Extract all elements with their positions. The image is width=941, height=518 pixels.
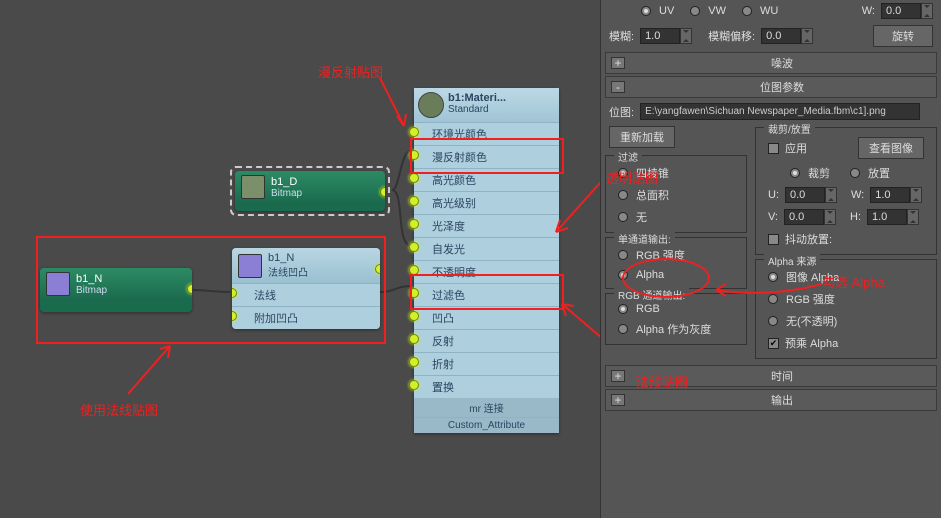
radio-vw[interactable]	[690, 6, 700, 16]
node-b1-n-bitmap[interactable]: b1_N Bitmap	[40, 268, 192, 312]
rollout-output[interactable]: +输出	[605, 389, 937, 411]
slot-diffuse[interactable]: 漫反射颜色	[414, 145, 559, 168]
slot-refraction[interactable]: 折射	[414, 352, 559, 375]
radio-rgb[interactable]	[618, 304, 628, 314]
alpha-source-group: Alpha 来源 图像 Alpha RGB 强度 无(不透明) 预乘 Alpha	[755, 259, 937, 359]
material-type: Standard	[448, 104, 506, 115]
radio-rgb-intensity[interactable]	[618, 250, 628, 260]
radio-alpha-gray[interactable]	[618, 324, 628, 334]
check-apply[interactable]	[768, 143, 779, 154]
crop-place-group: 裁剪/放置 应用 查看图像 裁剪 放置 U:0.0 W:1.0 V:0.0 H:…	[755, 127, 937, 255]
spinner-u[interactable]: 0.0	[785, 187, 825, 203]
radio-wu[interactable]	[742, 6, 752, 16]
spinner-crop-w[interactable]: 1.0	[870, 187, 910, 203]
material-custom-attr[interactable]: Custom_Attribute	[414, 417, 559, 433]
radio-crop[interactable]	[790, 168, 800, 178]
input-port[interactable]	[232, 288, 237, 298]
rotate-button[interactable]: 旋转	[873, 25, 933, 47]
slot-opacity[interactable]: 不透明度	[414, 260, 559, 283]
node-title: b1_N	[268, 252, 308, 264]
output-port[interactable]	[187, 284, 192, 294]
spinner-btn[interactable]	[921, 3, 933, 19]
slot-filter[interactable]: 过滤色	[414, 283, 559, 306]
material-thumbnail	[418, 92, 444, 118]
reload-button[interactable]: 重新加载	[609, 126, 675, 148]
spinner-v[interactable]: 0.0	[784, 209, 824, 225]
node-canvas[interactable]: b1_D Bitmap b1_N Bitmap b1_N 法线凹凸 法线	[0, 0, 600, 518]
mono-output-group: 单通道输出: RGB 强度 Alpha	[605, 237, 747, 289]
bitmap-path-input[interactable]	[640, 103, 920, 120]
spinner-w[interactable]: 0.0	[881, 3, 921, 19]
radio-none-opaque[interactable]	[768, 316, 778, 326]
slot-displacement[interactable]: 置换	[414, 375, 559, 398]
radio-place[interactable]	[850, 168, 860, 178]
material-title: b1:Materi...	[448, 92, 506, 104]
properties-panel: UV VW WU W: 0.0 模糊: 1.0 模糊偏移: 0.0 旋转 +噪波…	[600, 0, 941, 518]
node-normal-bump[interactable]: b1_N 法线凹凸 法线 附加凹凸	[232, 248, 380, 329]
output-port[interactable]	[380, 187, 385, 197]
spinner-blur[interactable]: 1.0	[640, 28, 680, 44]
output-port[interactable]	[375, 264, 380, 274]
annotation-use-normal: 使用法线贴图	[80, 400, 158, 419]
radio-pyramid[interactable]	[618, 168, 628, 178]
rgb-output-group: RGB 通道输出: RGB Alpha 作为灰度	[605, 293, 747, 345]
radio-sum-area[interactable]	[618, 190, 628, 200]
material-mr-connect[interactable]: mr 连接	[414, 398, 559, 417]
node-type: Bitmap	[76, 285, 107, 296]
check-jitter[interactable]	[768, 234, 779, 245]
radio-image-alpha[interactable]	[768, 272, 778, 282]
rollout-bitmap-params[interactable]: -位图参数	[605, 76, 937, 98]
slot-ambient[interactable]: 环境光颜色	[414, 122, 559, 145]
node-b1-d[interactable]: b1_D Bitmap	[235, 171, 385, 211]
node-thumbnail	[241, 175, 265, 199]
spinner-blur-offset[interactable]: 0.0	[761, 28, 801, 44]
node-subtitle: 法线凹凸	[268, 264, 308, 279]
check-premult-alpha[interactable]	[768, 338, 779, 349]
slot-additional-bump[interactable]: 附加凹凸	[232, 306, 380, 329]
slot-normal[interactable]: 法线	[232, 283, 380, 306]
radio-filter-none[interactable]	[618, 212, 628, 222]
node-material[interactable]: b1:Materi... Standard 环境光颜色 漫反射颜色 高光颜色 高…	[414, 88, 559, 433]
node-title: b1_D	[271, 176, 302, 188]
node-thumbnail	[238, 254, 262, 278]
slot-reflection[interactable]: 反射	[414, 329, 559, 352]
filter-group: 过滤 四棱锥 总面积 无	[605, 155, 747, 233]
slot-glossiness[interactable]: 光泽度	[414, 214, 559, 237]
radio-alpha[interactable]	[618, 270, 628, 280]
selection-outline: b1_D Bitmap	[230, 166, 390, 216]
radio-uv[interactable]	[641, 6, 651, 16]
input-port[interactable]	[232, 311, 237, 321]
slot-specular[interactable]: 高光颜色	[414, 168, 559, 191]
node-title: b1_N	[76, 273, 107, 285]
slot-bump[interactable]: 凹凸	[414, 306, 559, 329]
slot-self-illum[interactable]: 自发光	[414, 237, 559, 260]
view-image-button[interactable]: 查看图像	[858, 137, 924, 159]
annotation-diffuse: 漫反射贴图	[318, 62, 383, 81]
slot-specular-level[interactable]: 高光级别	[414, 191, 559, 214]
node-thumbnail	[46, 272, 70, 296]
spinner-crop-h[interactable]: 1.0	[867, 209, 907, 225]
node-type: Bitmap	[271, 188, 302, 199]
radio-rgb-intensity-2[interactable]	[768, 294, 778, 304]
rollout-time[interactable]: +时间	[605, 365, 937, 387]
rollout-noise[interactable]: +噪波	[605, 52, 937, 74]
